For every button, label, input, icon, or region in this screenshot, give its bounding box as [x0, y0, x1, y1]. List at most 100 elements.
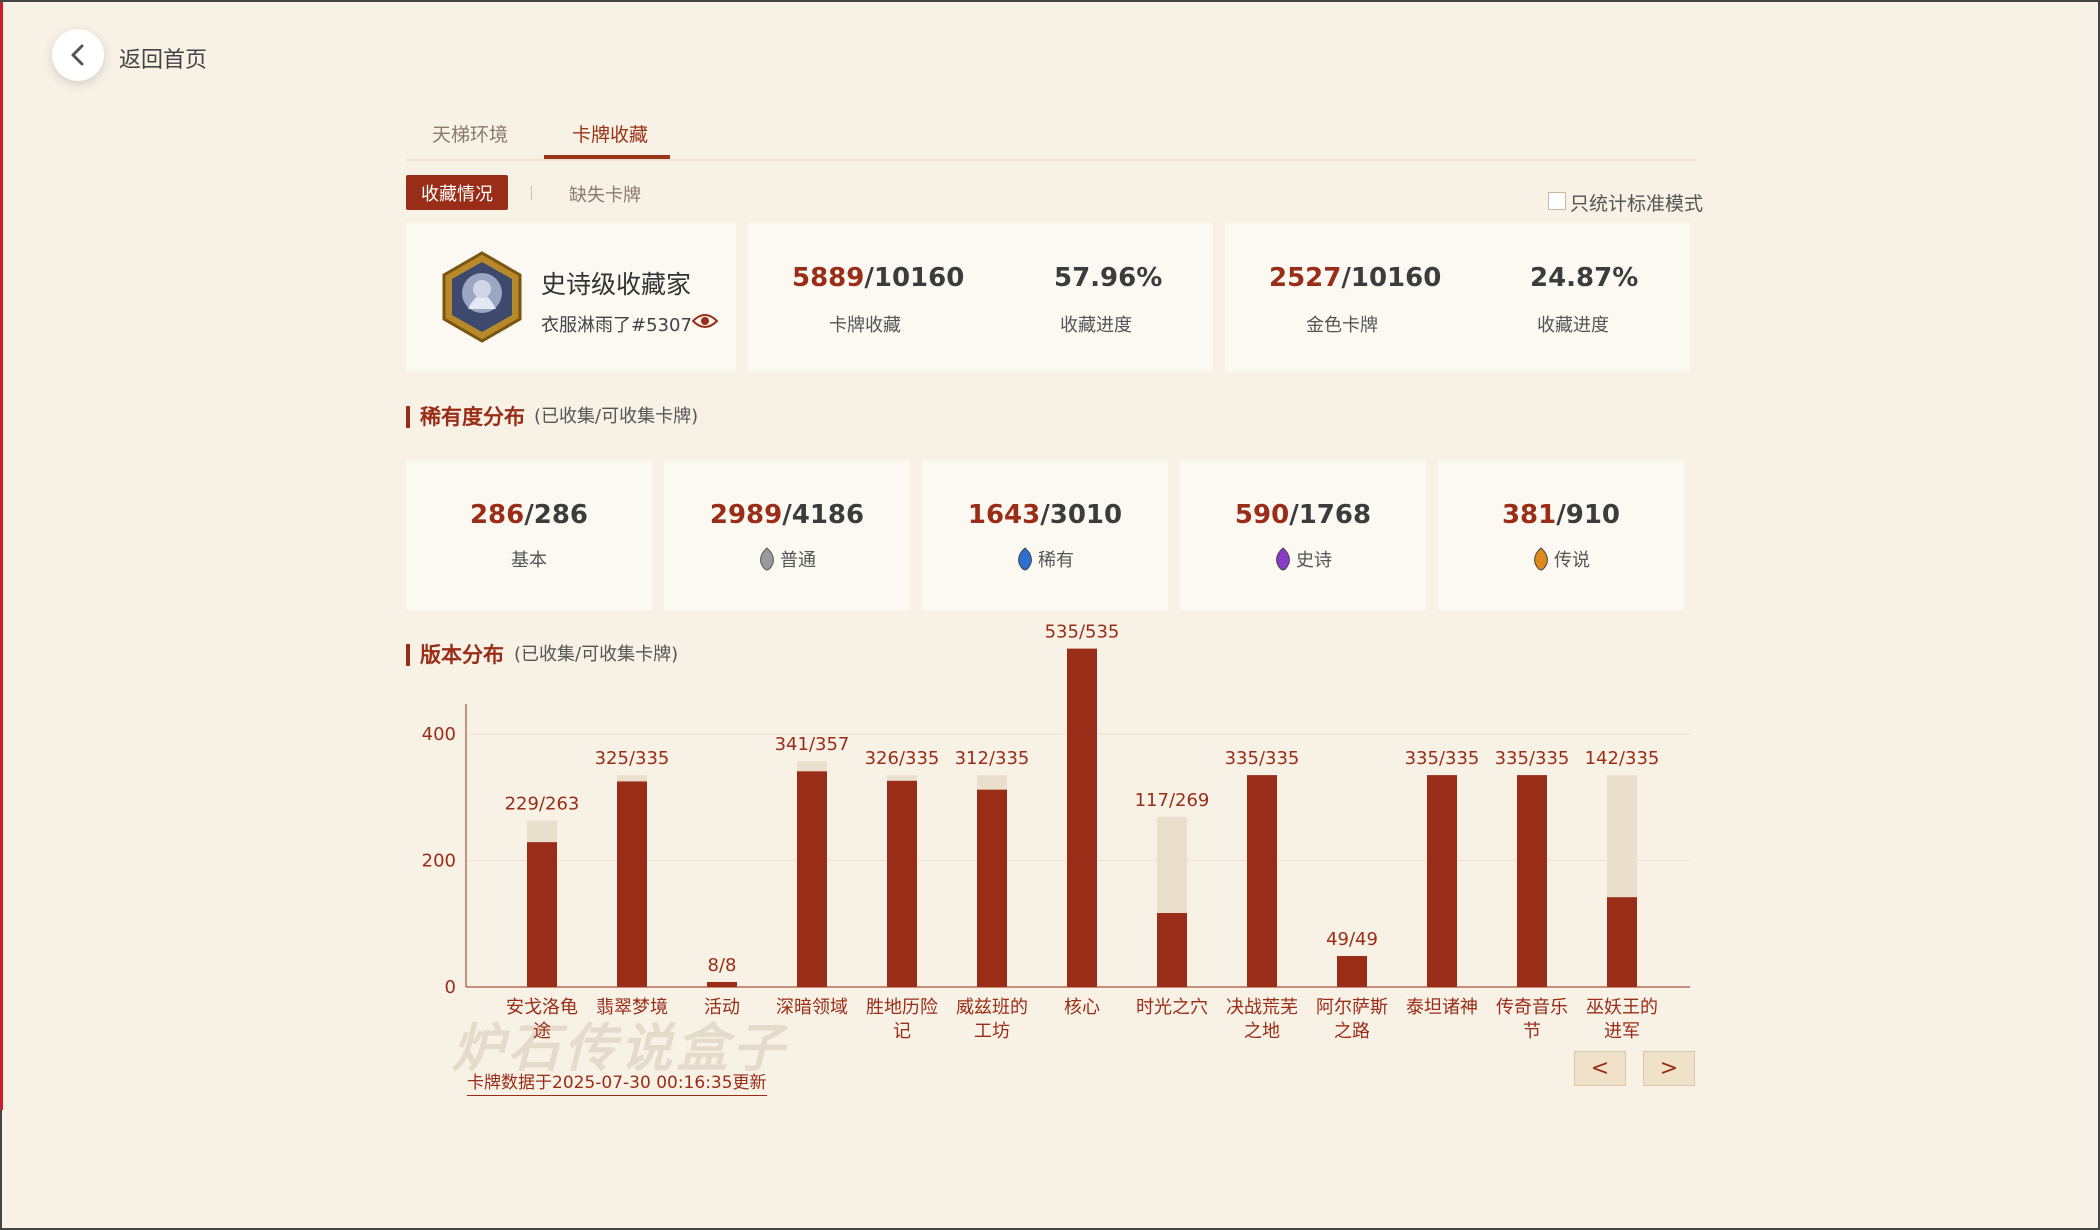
- bar-data-label: 535/535: [1045, 622, 1120, 643]
- rarity-label-row: 基本: [406, 546, 652, 572]
- rarity-total: /4186: [782, 500, 865, 530]
- bar-owned: [1157, 912, 1187, 987]
- chart-next-button[interactable]: >: [1643, 1051, 1695, 1086]
- eye-icon[interactable]: [692, 311, 718, 331]
- x-tick-label: 胜地历险: [866, 997, 938, 1018]
- x-tick-label: 深暗领域: [776, 997, 848, 1018]
- cards-progress-label: 收藏进度: [1060, 315, 1132, 336]
- standard-only-checkbox[interactable]: [1548, 192, 1566, 210]
- bar-data-label: 49/49: [1326, 929, 1378, 950]
- window-edge: [0, 1110, 2, 1230]
- epic-gem-icon: [1276, 547, 1290, 571]
- x-tick-label: 记: [893, 1021, 911, 1042]
- active-tab-indicator: [544, 155, 670, 159]
- back-button[interactable]: [52, 29, 104, 81]
- rarity-total: /1768: [1289, 500, 1372, 530]
- rarity-card-rare: 1643/3010 稀有: [922, 460, 1168, 610]
- x-tick-label: 传奇音乐: [1496, 997, 1568, 1018]
- username: 衣服淋雨了#5307: [541, 315, 692, 336]
- x-tick-label: 节: [1523, 1021, 1541, 1042]
- card-collection-panel: 5889/10160 卡牌收藏 57.96% 收藏进度: [748, 223, 1213, 372]
- bar-data-label: 335/335: [1225, 748, 1300, 769]
- rarity-total: /910: [1556, 500, 1621, 530]
- bar-owned: [1517, 775, 1547, 987]
- cards-owned: 5889: [792, 263, 865, 293]
- cards-label: 卡牌收藏: [829, 315, 901, 336]
- rarity-label-row: 史诗: [1180, 546, 1426, 572]
- bar-owned: [1337, 956, 1367, 987]
- bar-owned: [1607, 897, 1637, 987]
- rarity-card-basic: 286/286 基本: [406, 460, 652, 610]
- rarity-card-epic: 590/1768 史诗: [1180, 460, 1426, 610]
- bar-data-label: 312/335: [955, 748, 1030, 769]
- cards-total: /10160: [864, 263, 965, 293]
- cards-progress: 57.96%: [1054, 263, 1163, 293]
- bar-owned: [887, 780, 917, 987]
- tab-ladder[interactable]: 天梯环境: [432, 120, 508, 147]
- golden-collection-panel: 2527/10160 金色卡牌 24.87% 收藏进度: [1225, 223, 1690, 372]
- x-tick-label: 威兹班的: [956, 997, 1028, 1018]
- update-timestamp-link[interactable]: 卡牌数据于2025-07-30 00:16:35更新: [467, 1068, 767, 1096]
- x-tick-label: 活动: [704, 997, 740, 1018]
- x-tick-label: 泰坦诸神: [1406, 997, 1478, 1018]
- bar-owned: [977, 789, 1007, 987]
- y-tick-label: 400: [422, 724, 456, 745]
- rarity-total: /3010: [1040, 500, 1123, 530]
- bar-owned: [1247, 775, 1277, 987]
- rarity-label: 普通: [780, 550, 816, 571]
- legendary-gem-icon: [1534, 547, 1548, 571]
- bar-owned: [617, 781, 647, 987]
- x-tick-label: 工坊: [974, 1021, 1010, 1042]
- bar-data-label: 325/335: [595, 748, 670, 769]
- common-gem-icon: [760, 547, 774, 571]
- window-edge: [0, 0, 2100, 2]
- set-distribution-chart: 0 200 400 229/263 安戈洛龟途 325/335 翡翠梦境 8/8 活动 341/3…: [422, 622, 1690, 1042]
- x-tick-label: 安戈洛龟: [506, 997, 578, 1018]
- back-label[interactable]: 返回首页: [119, 42, 207, 74]
- rarity-count: 381/910: [1438, 500, 1684, 530]
- bar-data-label: 341/357: [775, 734, 850, 755]
- golden-progress: 24.87%: [1530, 263, 1639, 293]
- cards-owned-total: 5889/10160: [792, 263, 964, 293]
- rarity-label-row: 普通: [664, 546, 910, 572]
- y-tick-label: 200: [422, 851, 456, 872]
- rarity-section-subtitle: (已收集/可收集卡牌): [534, 406, 699, 427]
- subtab-divider: [531, 186, 532, 200]
- chart-prev-button[interactable]: <: [1574, 1051, 1626, 1086]
- bar-data-label: 8/8: [708, 955, 737, 976]
- rarity-owned: 286: [469, 500, 525, 530]
- golden-owned-total: 2527/10160: [1269, 263, 1441, 293]
- golden-total: /10160: [1341, 263, 1442, 293]
- rarity-total: /286: [524, 500, 589, 530]
- x-tick-label: 核心: [1064, 997, 1100, 1018]
- standard-only-label[interactable]: 只统计标准模式: [1570, 189, 1703, 216]
- golden-label: 金色卡牌: [1306, 315, 1378, 336]
- rarity-owned: 381: [1501, 500, 1557, 530]
- x-tick-label: 之地: [1244, 1021, 1280, 1042]
- rarity-count: 1643/3010: [922, 500, 1168, 530]
- x-tick-label: 巫妖王的: [1586, 997, 1658, 1018]
- x-tick-label: 之路: [1334, 1021, 1370, 1042]
- rarity-label: 稀有: [1038, 550, 1074, 571]
- bar-owned: [707, 981, 737, 987]
- rarity-count: 590/1768: [1180, 500, 1426, 530]
- bar-owned: [1067, 648, 1097, 987]
- bar-data-label: 335/335: [1405, 748, 1480, 769]
- rarity-label-row: 传说: [1438, 546, 1684, 572]
- bar-data-label: 326/335: [865, 748, 940, 769]
- subtab-collection-status[interactable]: 收藏情况: [406, 175, 508, 210]
- x-tick-label: 时光之穴: [1136, 997, 1208, 1018]
- rarity-owned: 2989: [709, 500, 783, 530]
- rarity-owned: 1643: [967, 500, 1041, 530]
- rarity-owned: 590: [1234, 500, 1290, 530]
- x-tick-label: 进军: [1604, 1021, 1640, 1042]
- subtab-missing-cards[interactable]: 缺失卡牌: [569, 181, 641, 207]
- golden-progress-label: 收藏进度: [1537, 315, 1609, 336]
- y-tick-label: 0: [445, 977, 456, 998]
- rarity-card-common: 2989/4186 普通: [664, 460, 910, 610]
- rare-gem-icon: [1018, 547, 1032, 571]
- collector-title: 史诗级收藏家: [541, 270, 692, 299]
- rarity-count: 286/286: [406, 500, 652, 530]
- tab-collection[interactable]: 卡牌收藏: [572, 120, 648, 147]
- bar-owned: [1427, 775, 1457, 987]
